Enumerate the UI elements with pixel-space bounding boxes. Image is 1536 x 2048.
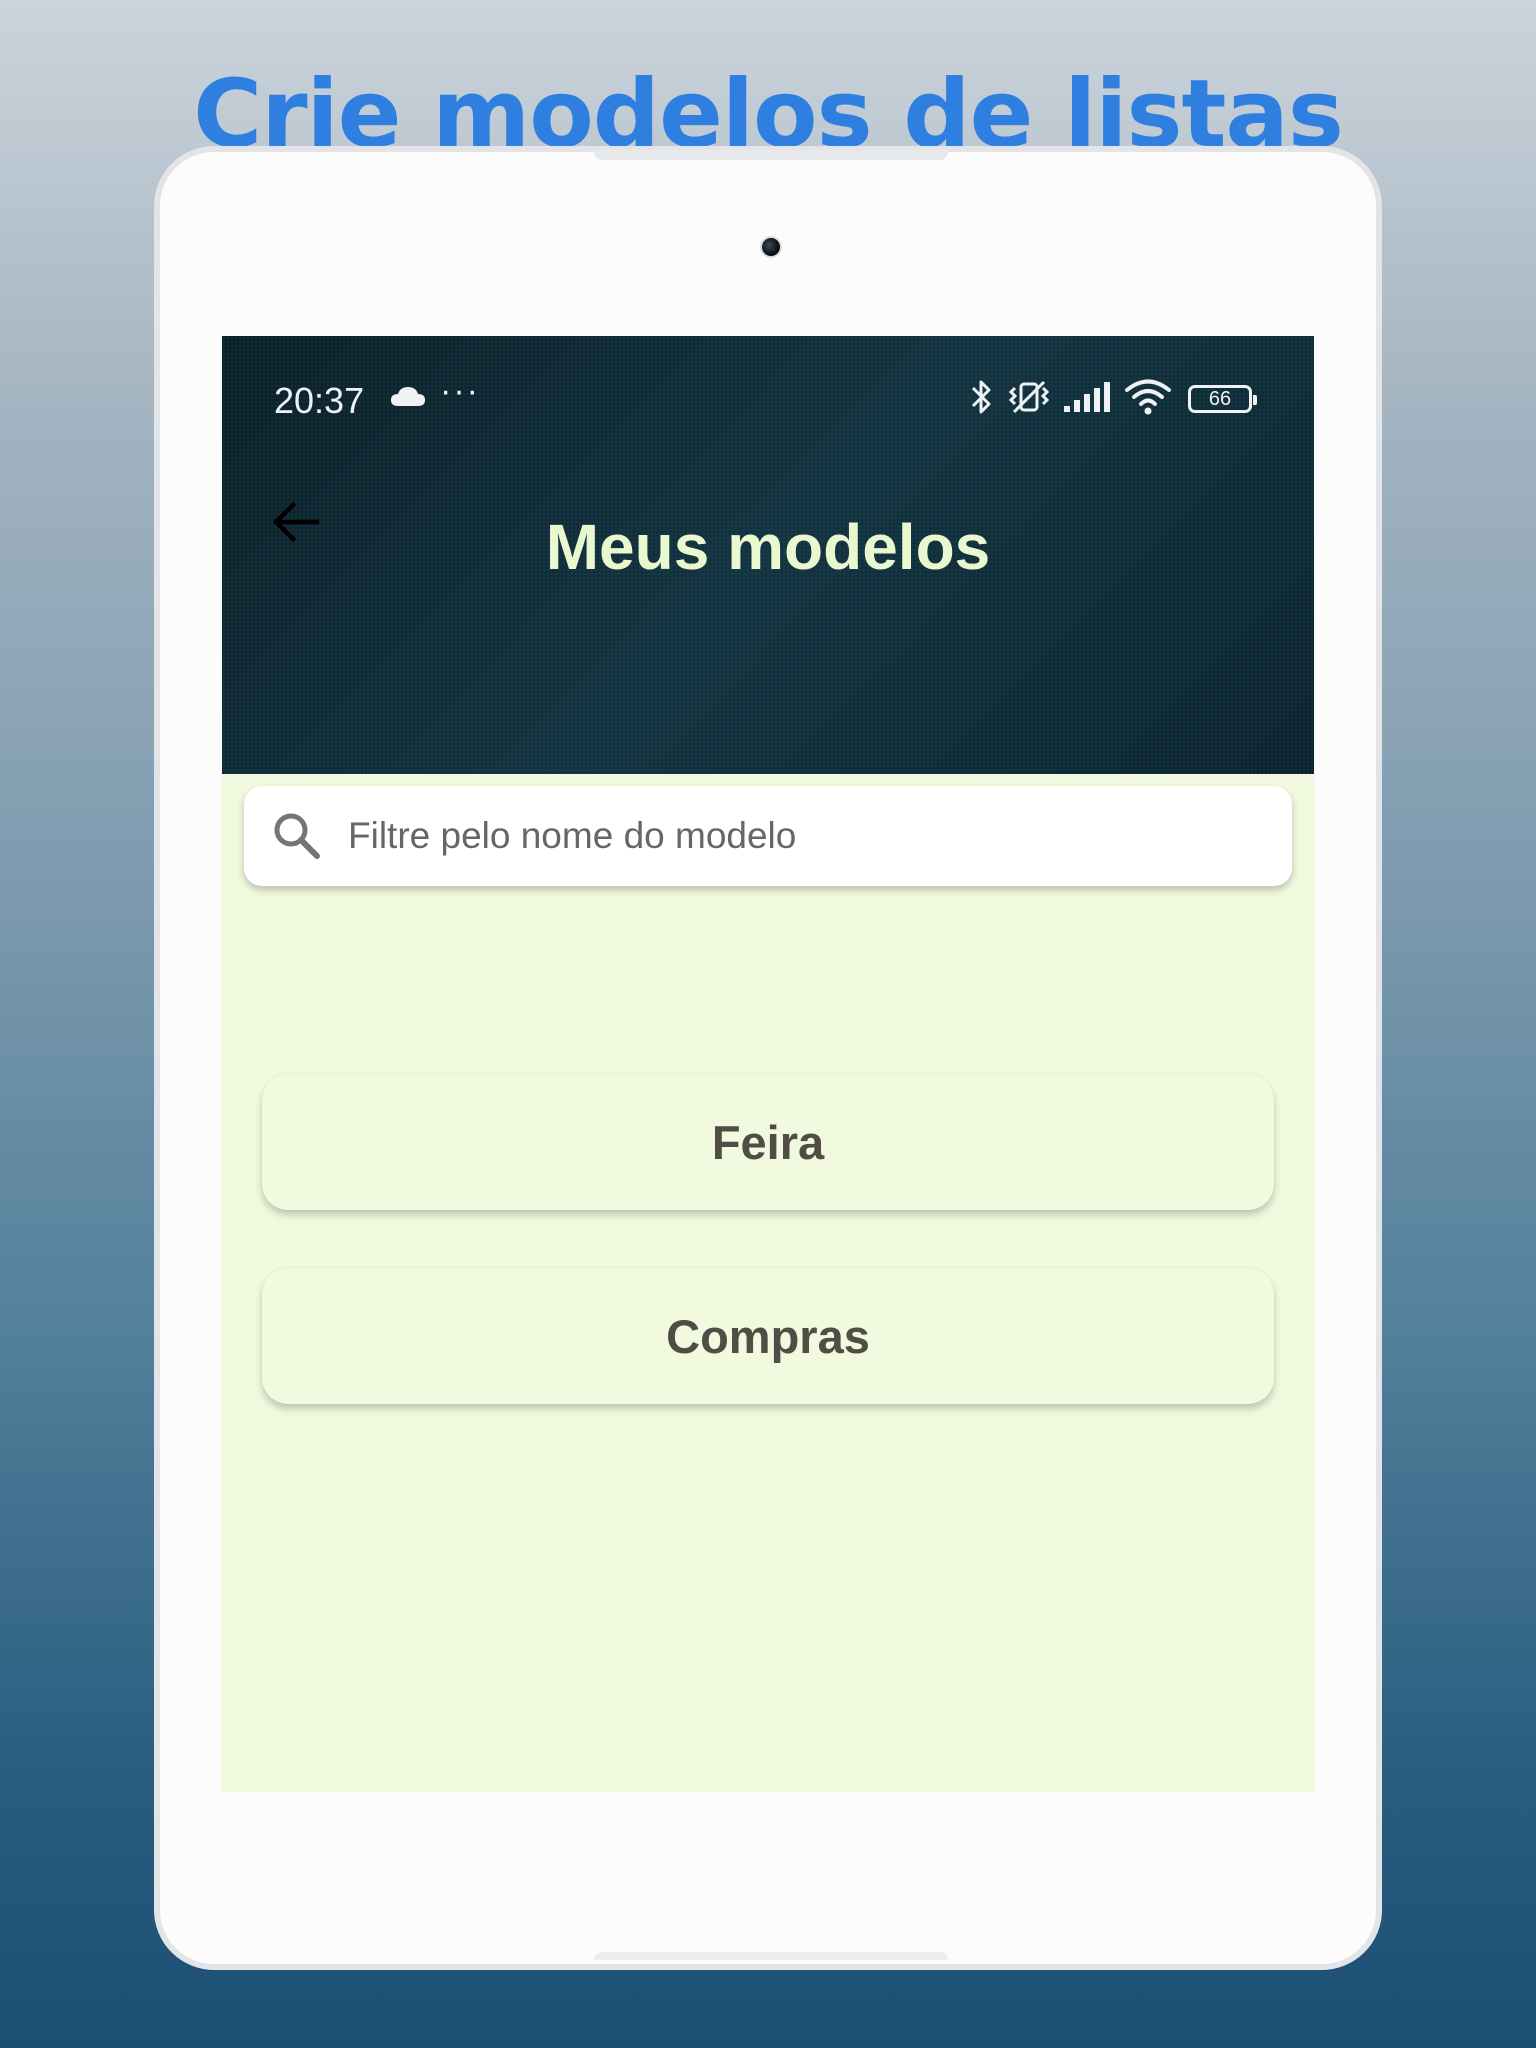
promo-title: Crie modelos de listas — [193, 60, 1344, 150]
status-bar: 20:37 ··· 66 — [222, 336, 1314, 466]
template-card-feira[interactable]: Feira — [262, 1074, 1274, 1210]
page-title: Meus modelos — [545, 511, 991, 583]
wifi-icon — [1124, 379, 1172, 419]
battery-icon: 66 — [1188, 385, 1257, 413]
status-icons: 66 — [968, 378, 1257, 420]
vibrate-icon — [1006, 378, 1052, 420]
tablet-top-edge — [594, 150, 948, 160]
search-bar[interactable] — [244, 786, 1292, 886]
template-card-label: Feira — [711, 1115, 825, 1169]
tablet-bottom-edge — [594, 1952, 948, 1960]
signal-icon — [1062, 380, 1114, 418]
template-card-compras[interactable]: Compras — [262, 1268, 1274, 1404]
camera-icon — [762, 238, 780, 256]
app-header: 20:37 ··· 66 Meus modelos — [222, 336, 1314, 774]
app-screen: 20:37 ··· 66 Meus modelos Filtre pelo no… — [222, 336, 1314, 1792]
battery-level: 66 — [1208, 388, 1232, 410]
status-time: 20:37 — [274, 380, 365, 421]
cloud-icon — [390, 386, 426, 412]
search-icon — [270, 809, 324, 863]
search-input[interactable] — [346, 805, 1292, 867]
bluetooth-icon — [968, 378, 996, 420]
template-card-label: Compras — [666, 1309, 870, 1363]
notification-dots: ··· — [440, 372, 480, 410]
tablet-frame: 20:37 ··· 66 Meus modelos Filtre pelo no… — [154, 146, 1382, 1970]
